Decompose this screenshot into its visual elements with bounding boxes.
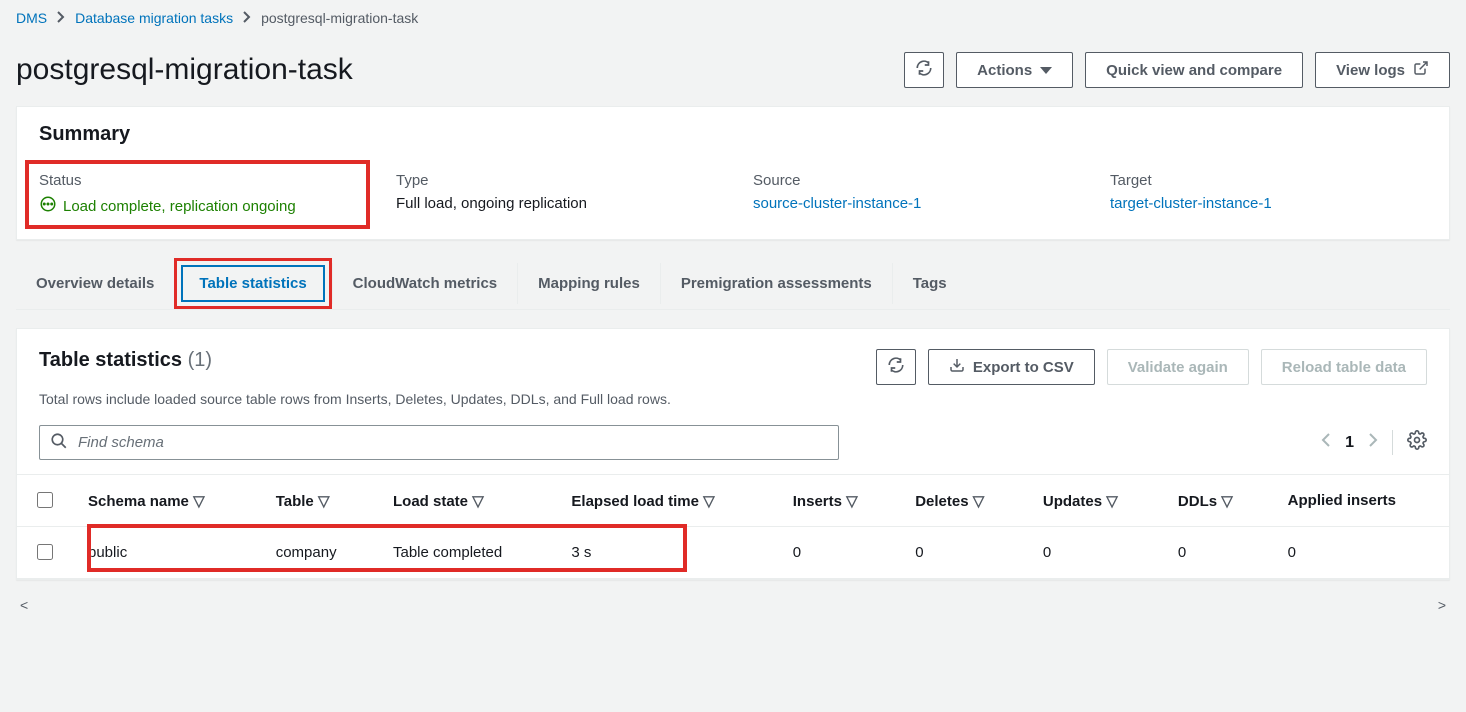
pagination: 1	[1321, 430, 1427, 455]
quick-view-label: Quick view and compare	[1106, 62, 1282, 79]
col-deletes[interactable]: Deletes ▽	[899, 475, 1027, 527]
stats-title-text: Table statistics	[39, 349, 182, 371]
col-updates[interactable]: Updates ▽	[1027, 475, 1162, 527]
tab-table-statistics-highlight: Table statistics	[174, 258, 331, 309]
search-container	[39, 425, 839, 460]
stats-refresh-button[interactable]	[876, 349, 916, 385]
breadcrumb-current: postgresql-migration-task	[261, 10, 418, 26]
stats-title: Table statistics (1)	[39, 349, 212, 371]
tab-tags[interactable]: Tags	[892, 263, 967, 304]
chevron-right-icon	[243, 10, 251, 26]
breadcrumb: DMS Database migration tasks postgresql-…	[16, 10, 1450, 26]
stats-count: (1)	[188, 349, 212, 371]
col-load-state[interactable]: Load state ▽	[377, 475, 555, 527]
reload-table-data-button[interactable]: Reload table data	[1261, 349, 1427, 385]
stats-subtitle: Total rows include loaded source table r…	[17, 389, 1449, 421]
sort-icon: ▽	[703, 493, 715, 510]
sort-icon: ▽	[193, 493, 205, 510]
summary-target-link[interactable]: target-cluster-instance-1	[1110, 195, 1272, 212]
col-checkbox	[17, 475, 72, 527]
cell-load-state: Table completed	[377, 527, 555, 579]
row-checkbox[interactable]	[37, 544, 53, 560]
col-schema[interactable]: Schema name ▽	[72, 475, 260, 527]
tabs: Overview details Table statistics CloudW…	[16, 258, 1450, 310]
summary-source-link[interactable]: source-cluster-instance-1	[753, 195, 921, 212]
external-link-icon	[1413, 60, 1429, 80]
table-stats-panel: Table statistics (1) Export to CSV	[16, 328, 1450, 580]
actions-label: Actions	[977, 62, 1032, 79]
sort-icon: ▽	[1221, 493, 1233, 510]
status-ongoing-icon	[39, 195, 57, 217]
sort-icon: ▽	[318, 493, 330, 510]
table-scroll[interactable]: Schema name ▽ Table ▽ Load state ▽ Elaps…	[17, 474, 1449, 579]
search-input[interactable]	[76, 433, 828, 452]
summary-type: Type Full load, ongoing replication	[396, 172, 713, 217]
summary-heading: Summary	[17, 107, 1449, 154]
sort-icon: ▽	[846, 493, 858, 510]
download-icon	[949, 357, 965, 377]
cell-deletes: 0	[899, 527, 1027, 579]
summary-target: Target target-cluster-instance-1	[1110, 172, 1427, 217]
summary-target-label: Target	[1110, 172, 1427, 189]
breadcrumb-root[interactable]: DMS	[16, 10, 47, 26]
view-logs-label: View logs	[1336, 62, 1405, 79]
summary-source: Source source-cluster-instance-1	[753, 172, 1070, 217]
refresh-button[interactable]	[904, 52, 944, 88]
horizontal-scrollbar[interactable]: < >	[16, 598, 1450, 612]
col-elapsed[interactable]: Elapsed load time ▽	[555, 475, 776, 527]
summary-status-text: Load complete, replication ongoing	[63, 198, 296, 215]
page-prev-button[interactable]	[1321, 432, 1331, 453]
summary-status-value: Load complete, replication ongoing	[39, 195, 296, 217]
refresh-icon	[915, 59, 933, 81]
scrollbar-left-icon: <	[16, 597, 32, 613]
col-applied-inserts[interactable]: Applied inserts	[1272, 475, 1449, 527]
actions-button[interactable]: Actions	[956, 52, 1073, 88]
breadcrumb-tasks[interactable]: Database migration tasks	[75, 10, 233, 26]
col-ddls[interactable]: DDLs ▽	[1162, 475, 1272, 527]
export-csv-button[interactable]: Export to CSV	[928, 349, 1095, 385]
settings-button[interactable]	[1392, 430, 1427, 455]
validate-again-button[interactable]: Validate again	[1107, 349, 1249, 385]
scrollbar-right-icon: >	[1434, 597, 1450, 613]
summary-type-label: Type	[396, 172, 713, 189]
validate-again-label: Validate again	[1128, 359, 1228, 376]
view-logs-button[interactable]: View logs	[1315, 52, 1450, 88]
search-icon	[50, 432, 68, 453]
page-next-button[interactable]	[1368, 432, 1378, 453]
col-inserts[interactable]: Inserts ▽	[777, 475, 899, 527]
table-row[interactable]: public company Table completed 3 s 0 0 0…	[17, 527, 1449, 579]
cell-applied-inserts: 0	[1272, 527, 1449, 579]
summary-type-value: Full load, ongoing replication	[396, 195, 713, 212]
refresh-icon	[887, 356, 905, 378]
stats-table: Schema name ▽ Table ▽ Load state ▽ Elaps…	[17, 475, 1449, 579]
cell-ddls: 0	[1162, 527, 1272, 579]
chevron-right-icon	[57, 10, 65, 26]
tab-table-statistics[interactable]: Table statistics	[181, 265, 324, 302]
tab-premigration[interactable]: Premigration assessments	[660, 263, 892, 304]
export-csv-label: Export to CSV	[973, 359, 1074, 376]
page-title: postgresql-migration-task	[16, 53, 353, 87]
sort-icon: ▽	[1106, 493, 1118, 510]
summary-status-highlighted: Status Load complete, replication ongoin…	[25, 160, 370, 229]
summary-status-label: Status	[39, 172, 356, 189]
cell-inserts: 0	[777, 527, 899, 579]
cell-schema: public	[72, 527, 260, 579]
cell-table: company	[260, 527, 377, 579]
summary-source-label: Source	[753, 172, 1070, 189]
summary-panel: Summary Status Load complete, replicatio…	[16, 106, 1450, 240]
cell-elapsed: 3 s	[555, 527, 776, 579]
tab-cloudwatch[interactable]: CloudWatch metrics	[332, 263, 517, 304]
quick-view-button[interactable]: Quick view and compare	[1085, 52, 1303, 88]
header-actions: Actions Quick view and compare View logs	[904, 52, 1450, 88]
reload-table-data-label: Reload table data	[1282, 359, 1406, 376]
page-number: 1	[1345, 434, 1354, 452]
caret-down-icon	[1040, 67, 1052, 74]
col-table[interactable]: Table ▽	[260, 475, 377, 527]
cell-updates: 0	[1027, 527, 1162, 579]
select-all-checkbox[interactable]	[37, 492, 53, 508]
sort-icon: ▽	[472, 493, 484, 510]
sort-icon: ▽	[973, 493, 985, 510]
tab-overview[interactable]: Overview details	[16, 263, 174, 304]
tab-mapping-rules[interactable]: Mapping rules	[517, 263, 660, 304]
